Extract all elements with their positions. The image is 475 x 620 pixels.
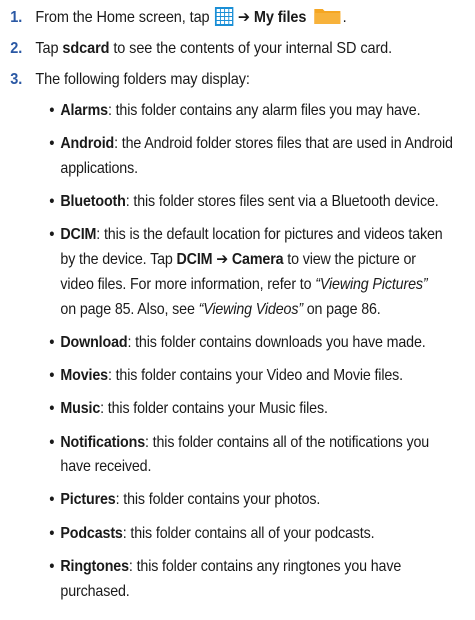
folder-desc: on page 86. — [302, 300, 381, 318]
bullet: • — [49, 557, 55, 575]
list-item: • Podcasts: this folder contains all of y… — [0, 522, 463, 547]
folder-name: Ringtones — [60, 557, 129, 575]
viewing-pictures-ref: “Viewing Pictures” — [315, 275, 428, 293]
bullet: • — [49, 433, 55, 451]
folder-name: Pictures — [60, 491, 116, 509]
bullet: • — [49, 102, 55, 119]
viewing-videos-ref: “Viewing Videos” — [198, 300, 303, 318]
step-1-text: From the Home screen, tap — [35, 9, 210, 26]
step-text: The following folders may display: — [35, 71, 250, 88]
folder-name: Notifications — [60, 433, 146, 451]
bullet: • — [49, 491, 55, 509]
folder-desc: : this folder contains your Video and Mo… — [107, 367, 404, 385]
bullet: • — [49, 367, 55, 385]
sdcard-label: sdcard — [62, 40, 110, 57]
list-item: • Music: this folder contains your Music … — [0, 397, 463, 422]
step-number: 3. — [10, 71, 23, 88]
camera-label: Camera — [231, 251, 284, 269]
arrow: ➔ — [237, 9, 250, 26]
list-item: • Pictures: this folder contains your pho… — [0, 488, 463, 513]
folder-name: Download — [60, 333, 128, 351]
folder-desc: : this folder contains all of your podca… — [122, 524, 375, 542]
step-1: 1. From the Home screen, tap ➔ My files … — [0, 6, 439, 32]
folder-desc: : this folder contains any alarm files y… — [107, 102, 421, 119]
step-2: 2. Tap sdcard to see the contents of you… — [0, 37, 439, 63]
folder-desc: on page 85. Also, see — [60, 300, 195, 318]
list-item: • Notifications: this folder contains all… — [0, 431, 463, 481]
step-2-text-b: to see the contents of your internal SD … — [113, 40, 393, 57]
folder-desc: : the Android folder stores files that a… — [60, 135, 453, 177]
step-2-text-a: Tap — [35, 40, 59, 57]
bullet: • — [49, 135, 55, 153]
bullet: • — [49, 400, 55, 418]
folder-desc: : this folder contains your photos. — [115, 491, 321, 509]
step-text: From the Home screen, tap ➔ My files . — [35, 6, 347, 30]
bullet: • — [49, 193, 55, 211]
list-item: • Alarms: this folder contains any alarm … — [0, 99, 463, 124]
folder-name: Android — [60, 135, 115, 153]
folder-desc: : this folder contains your Music files. — [100, 400, 328, 418]
manual-page: 1. From the Home screen, tap ➔ My files … — [0, 0, 475, 620]
folder-list: • Alarms: this folder contains any alarm … — [0, 99, 463, 613]
my-files-label: My files — [253, 9, 307, 26]
list-item: • Android: the Android folder stores file… — [0, 132, 463, 182]
folder-name: Alarms — [60, 102, 108, 119]
folder-name: DCIM — [60, 226, 97, 244]
folder-icon — [314, 6, 342, 25]
apps-grid-icon — [214, 7, 234, 26]
folder-name: Music — [60, 400, 101, 418]
folder-name: Bluetooth — [60, 193, 126, 211]
bullet: • — [49, 333, 55, 351]
folder-desc: : this folder stores files sent via a Bl… — [125, 193, 439, 211]
list-item: • Movies: this folder contains your Video… — [0, 364, 463, 389]
list-item: • Download: this folder contains download… — [0, 331, 463, 356]
bullet: • — [49, 524, 55, 542]
bullet: • — [49, 226, 55, 244]
dcim-label: DCIM — [176, 251, 213, 269]
list-item: • Ringtones: this folder contains any rin… — [0, 555, 463, 605]
list-item: • Bluetooth: this folder stores files sen… — [0, 190, 463, 215]
folder-desc: : this folder contains downloads you hav… — [127, 333, 426, 351]
folder-name: Movies — [60, 367, 108, 385]
step-number: 1. — [10, 9, 23, 26]
step-text: Tap sdcard to see the contents of your i… — [35, 37, 392, 61]
step-3: 3. The following folders may display: — [0, 68, 439, 94]
list-item: • DCIM: this is the default location for … — [0, 223, 463, 322]
arrow: ➔ — [212, 251, 232, 269]
folder-name: Podcasts — [60, 524, 123, 542]
step-number: 2. — [10, 40, 23, 57]
